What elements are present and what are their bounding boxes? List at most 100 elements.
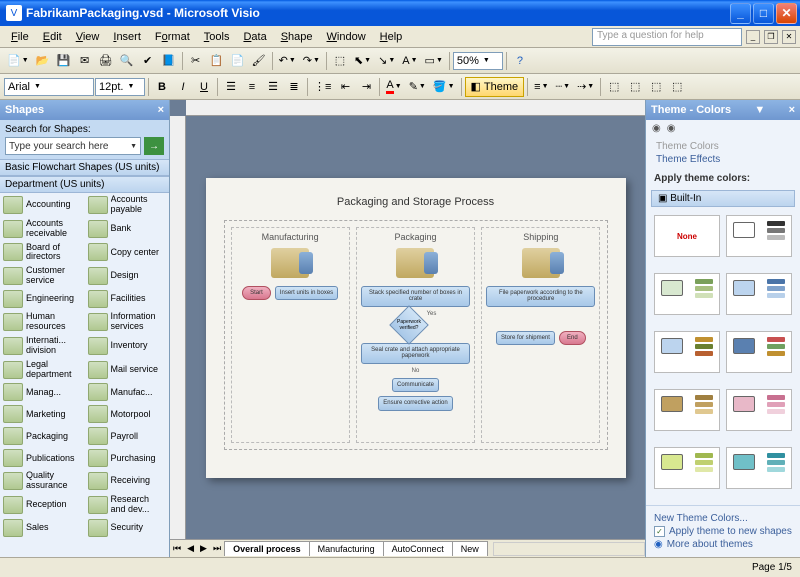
shape-item[interactable]: Publications — [0, 447, 85, 469]
menu-window[interactable]: Window — [320, 29, 373, 45]
shape-item[interactable]: Quality assurance — [0, 469, 85, 493]
lane-packaging[interactable]: Packaging Stack specified number of boxe… — [356, 227, 475, 443]
maximize-button[interactable]: □ — [753, 3, 774, 24]
shape-item[interactable]: Customer service — [0, 264, 85, 288]
stencil-department[interactable]: Department (US units) — [0, 176, 169, 193]
theme-swatch[interactable] — [726, 331, 792, 373]
shape-item[interactable]: Accounts payable — [85, 193, 170, 217]
connector-tool-button[interactable]: ↘▼ — [375, 51, 398, 71]
tab-nav-last[interactable]: ⏭ — [210, 543, 224, 554]
font-size-combo[interactable]: 12pt.▼ — [95, 78, 145, 96]
rectangle-tool-button[interactable]: ▭▼ — [422, 51, 446, 71]
shape-item[interactable]: Sales — [0, 517, 85, 539]
distribute-button[interactable]: ⬚ — [625, 77, 645, 97]
node-stack[interactable]: Stack specified number of boxes in crate — [361, 286, 470, 307]
shape-item[interactable]: Accounts receivable — [0, 217, 85, 241]
page-tab-new[interactable]: New — [452, 541, 488, 556]
undo-button[interactable]: ↶▼ — [276, 51, 299, 71]
minimize-button[interactable]: _ — [730, 3, 751, 24]
apply-to-new-shapes-checkbox[interactable]: ✓Apply theme to new shapes — [654, 526, 792, 537]
shape-item[interactable]: Human resources — [0, 310, 85, 334]
align-justify-button[interactable]: ≣ — [284, 77, 304, 97]
mail-button[interactable]: ✉ — [75, 51, 95, 71]
shape-item[interactable]: Mail service — [85, 358, 170, 382]
shapes-window-button[interactable]: ⬚ — [330, 51, 350, 71]
shape-item[interactable]: Manag... — [0, 381, 85, 403]
menu-help[interactable]: Help — [373, 29, 410, 45]
node-seal[interactable]: Seal crate and attach appropriate paperw… — [361, 343, 470, 364]
page-tab-manufacturing[interactable]: Manufacturing — [309, 541, 384, 556]
print-preview-button[interactable]: 🔍 — [117, 51, 137, 71]
zoom-combo[interactable]: 50%▼ — [453, 52, 503, 70]
cut-button[interactable]: ✂ — [186, 51, 206, 71]
more-about-themes-link[interactable]: ◉More about themes — [654, 539, 792, 550]
format-painter-button[interactable]: 🖌 — [249, 51, 269, 71]
align-center-button[interactable]: ≡ — [242, 77, 262, 97]
shape-item[interactable]: Purchasing — [85, 447, 170, 469]
align-right-button[interactable]: ☰ — [263, 77, 283, 97]
node-end[interactable]: End — [559, 331, 586, 346]
horizontal-scrollbar[interactable] — [493, 542, 645, 556]
align-left-button[interactable]: ☰ — [221, 77, 241, 97]
page-tab-overall[interactable]: Overall process — [224, 541, 310, 556]
node-start[interactable]: Start — [242, 286, 271, 301]
spelling-button[interactable]: ✔ — [138, 51, 158, 71]
research-button[interactable]: 📘 — [159, 51, 179, 71]
shape-item[interactable]: Manufac... — [85, 381, 170, 403]
close-button[interactable]: ✕ — [776, 3, 797, 24]
underline-button[interactable]: U — [194, 77, 214, 97]
theme-swatch[interactable] — [654, 331, 720, 373]
shape-item[interactable]: Payroll — [85, 425, 170, 447]
redo-button[interactable]: ↷▼ — [300, 51, 323, 71]
font-name-combo[interactable]: Arial▼ — [4, 78, 94, 96]
line-weight-button[interactable]: ≡▼ — [531, 77, 551, 97]
doc-close-button[interactable]: ✕ — [782, 30, 796, 44]
shape-item[interactable]: Information services — [85, 310, 170, 334]
theme-swatch[interactable] — [654, 389, 720, 431]
connect-shapes-button[interactable]: ⬚ — [646, 77, 666, 97]
node-communicate[interactable]: Communicate — [392, 378, 439, 393]
stencil-flowchart[interactable]: Basic Flowchart Shapes (US units) — [0, 159, 169, 176]
tab-nav-prev[interactable]: ◀ — [184, 543, 197, 554]
shape-item[interactable]: Packaging — [0, 425, 85, 447]
menu-view[interactable]: View — [69, 29, 107, 45]
layout-button[interactable]: ⬚ — [667, 77, 687, 97]
theme-panel-close-icon[interactable]: × — [789, 104, 795, 116]
shape-item[interactable]: Inventory — [85, 334, 170, 358]
doc-restore-button[interactable]: ❐ — [764, 30, 778, 44]
shapes-panel-close-icon[interactable]: × — [158, 104, 164, 116]
theme-swatch[interactable] — [726, 447, 792, 489]
line-ends-button[interactable]: ⇢▼ — [574, 77, 597, 97]
bold-button[interactable]: B — [152, 77, 172, 97]
node-insert[interactable]: Insert units in boxes — [275, 286, 338, 301]
text-tool-button[interactable]: A▼ — [399, 51, 420, 71]
lane-shipping[interactable]: Shipping File paperwork according to the… — [481, 227, 600, 443]
shape-item[interactable]: Bank — [85, 217, 170, 241]
shape-item[interactable]: Facilities — [85, 288, 170, 310]
shape-item[interactable]: Marketing — [0, 403, 85, 425]
menu-data[interactable]: Data — [236, 29, 273, 45]
shape-item[interactable]: Receiving — [85, 469, 170, 493]
line-pattern-button[interactable]: ┈▼ — [553, 77, 574, 97]
menu-tools[interactable]: Tools — [197, 29, 237, 45]
theme-swatch[interactable] — [726, 273, 792, 315]
theme-nav-back-icon[interactable]: ◉ — [652, 123, 661, 134]
open-button[interactable]: 📂 — [33, 51, 53, 71]
shape-item[interactable]: Board of directors — [0, 241, 85, 265]
theme-swatch[interactable] — [654, 447, 720, 489]
drawing-canvas[interactable]: Packaging and Storage Process Manufactur… — [186, 116, 645, 539]
page-tab-autoconnect[interactable]: AutoConnect — [383, 541, 453, 556]
theme-swatch-none[interactable]: None — [654, 215, 720, 257]
bullets-button[interactable]: ⋮≡ — [311, 77, 334, 97]
line-color-button[interactable]: ✎▼ — [406, 77, 429, 97]
copy-button[interactable]: 📋 — [207, 51, 227, 71]
shape-item[interactable]: Security — [85, 517, 170, 539]
theme-swatch[interactable] — [726, 389, 792, 431]
pointer-tool-button[interactable]: ⬉▼ — [351, 51, 374, 71]
print-button[interactable]: 🖨 — [96, 51, 116, 71]
shape-item[interactable]: Copy center — [85, 241, 170, 265]
menu-format[interactable]: Format — [148, 29, 197, 45]
menu-file[interactable]: File — [4, 29, 36, 45]
italic-button[interactable]: I — [173, 77, 193, 97]
theme-nav-fwd-icon[interactable]: ◉ — [667, 123, 676, 134]
